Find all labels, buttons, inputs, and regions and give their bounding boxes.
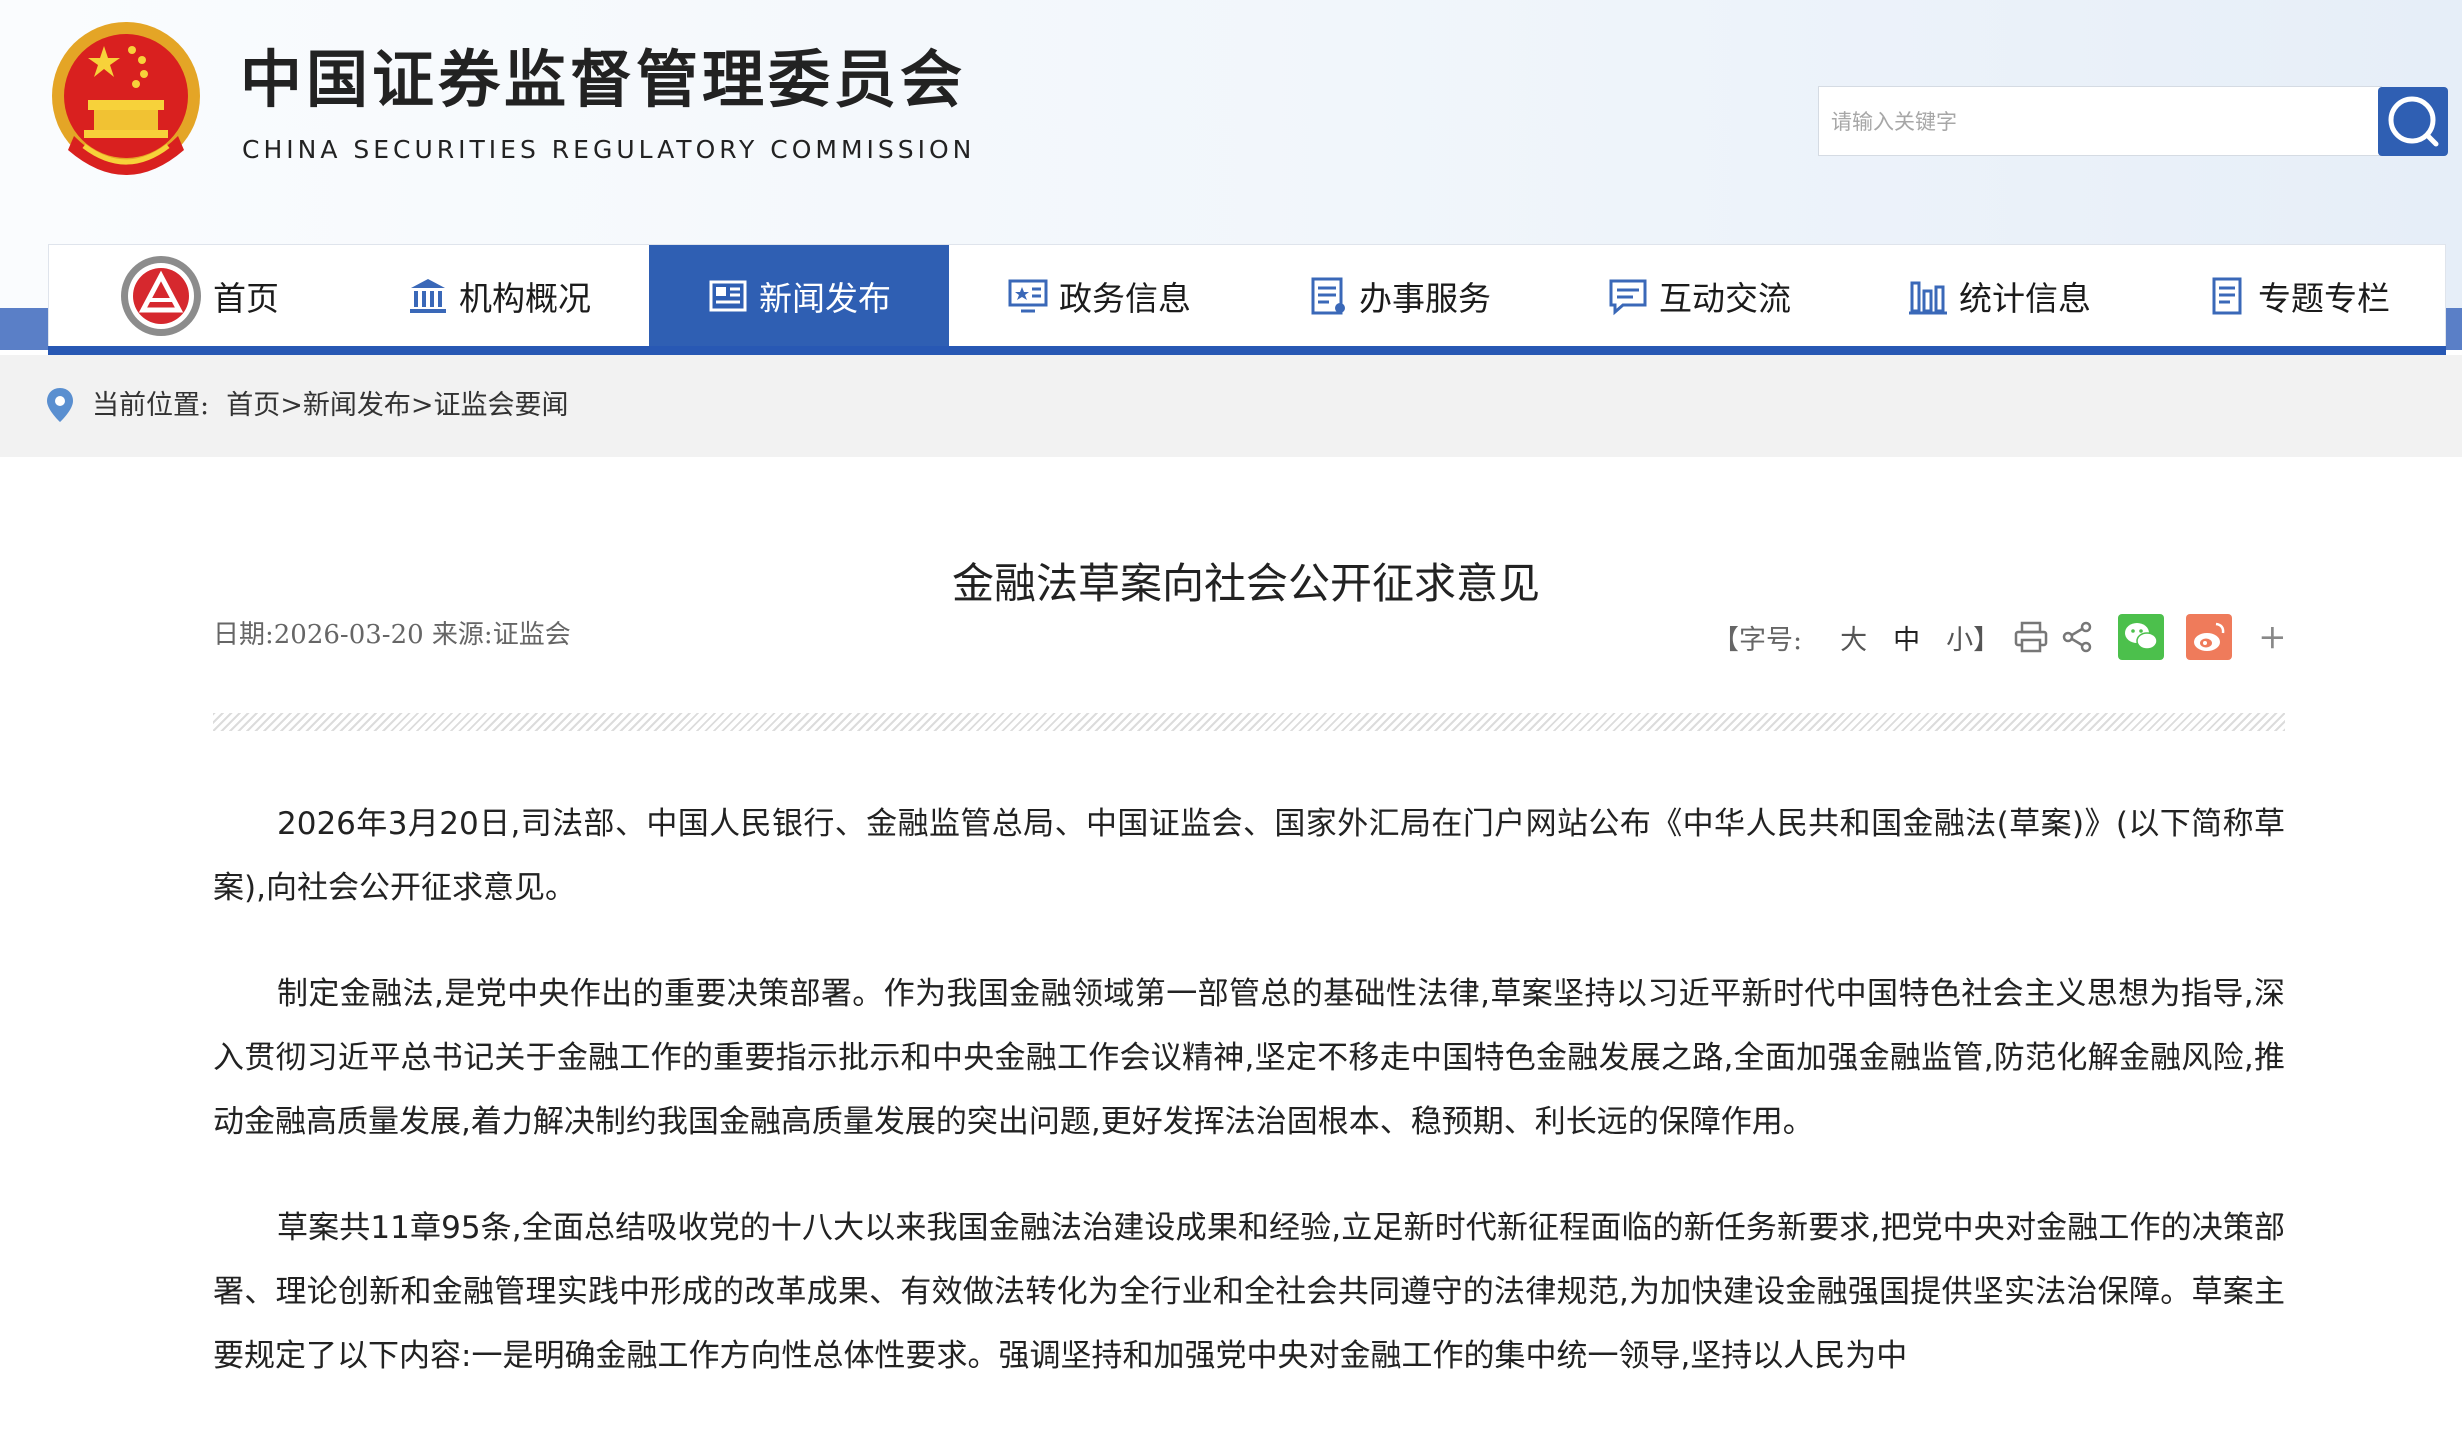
csrc-logo-icon — [121, 256, 201, 336]
article-paragraph: 制定金融法,是党中央作出的重要决策部署。作为我国金融领域第一部管总的基础性法律,… — [213, 976, 2285, 1140]
wechat-icon[interactable] — [2118, 614, 2165, 660]
nav-item-label: 互动交流 — [1659, 279, 1791, 318]
nav-item-label: 统计信息 — [1959, 279, 2091, 318]
document-list-icon — [1311, 277, 1345, 315]
nav-underline — [48, 346, 2446, 355]
font-size-large-button[interactable]: 大 — [1840, 618, 1867, 657]
search-input[interactable] — [1829, 87, 2363, 157]
site-subtitle: CHINA SECURITIES REGULATORY COMMISSION — [242, 135, 976, 164]
newspaper-icon — [709, 280, 747, 312]
share-more-button[interactable]: + — [2258, 617, 2287, 657]
font-size-small-button[interactable]: 小】 — [1946, 618, 2000, 657]
search-icon — [2388, 96, 2439, 147]
breadcrumb-label: 当前位置: — [92, 390, 210, 421]
nav-item-label: 首页 — [213, 279, 279, 318]
share-icon[interactable] — [2058, 618, 2096, 656]
national-emblem-icon — [52, 22, 200, 175]
nav-item-label: 办事服务 — [1359, 279, 1491, 318]
article-meta: 日期:2026-03-20 来源:证监会 — [213, 620, 571, 650]
nav-item-label: 专题专栏 — [2258, 279, 2390, 318]
nav-item-statistics[interactable]: 统计信息 — [1849, 245, 2149, 347]
bar-chart-icon — [1909, 281, 1947, 315]
title-divider — [213, 713, 2285, 731]
font-size-medium-button[interactable]: 中 — [1893, 618, 1920, 657]
nav-item-label: 政务信息 — [1059, 279, 1191, 318]
location-pin-icon — [47, 388, 73, 422]
breadcrumb-path[interactable]: 首页>新闻发布>证监会要闻 — [226, 390, 568, 421]
nav-item-topics[interactable]: 专题专栏 — [2149, 245, 2447, 347]
search-button[interactable] — [2378, 87, 2448, 156]
article-title: 金融法草案向社会公开征求意见 — [951, 559, 1540, 608]
nav-item-about[interactable]: 机构概况 — [349, 245, 649, 347]
nav-item-home[interactable]: 首页 — [49, 245, 349, 347]
breadcrumb: 当前位置: 首页>新闻发布>证监会要闻 — [92, 388, 569, 424]
nav-item-interaction[interactable]: 互动交流 — [1549, 245, 1849, 347]
article-tools: 【字号: 大 中 小】 + — [1712, 612, 2287, 662]
nav-item-label: 机构概况 — [459, 279, 591, 318]
site-title: 中国证券监督管理委员会 — [240, 43, 967, 116]
nav-item-services[interactable]: 办事服务 — [1249, 245, 1549, 347]
document-icon — [2212, 277, 2242, 315]
monitor-icon — [1008, 279, 1048, 313]
search-box — [1818, 86, 2382, 157]
main-nav: 首页 机构概况 新闻发布 政务信息 办事服务 互动交流 统计信息 专题专栏 — [48, 244, 2447, 347]
article-paragraph: 2026年3月20日,司法部、中国人民银行、金融监管总局、中国证监会、国家外汇局… — [213, 806, 2285, 906]
building-icon — [410, 279, 446, 313]
chat-bubble-icon — [1609, 279, 1647, 316]
article-paragraph: 草案共11章95条,全面总结吸收党的十八大以来我国金融法治建设成果和经验,立足新… — [213, 1210, 2285, 1374]
weibo-icon[interactable] — [2186, 614, 2233, 660]
nav-item-news[interactable]: 新闻发布 — [649, 245, 949, 347]
article-body: 2026年3月20日,司法部、中国人民银行、金融监管总局、中国证监会、国家外汇局… — [213, 792, 2285, 1430]
font-size-label: 【字号: — [1712, 624, 1803, 656]
nav-item-gov-info[interactable]: 政务信息 — [949, 245, 1249, 347]
nav-item-label: 新闻发布 — [759, 279, 891, 318]
print-icon[interactable] — [2012, 618, 2050, 656]
